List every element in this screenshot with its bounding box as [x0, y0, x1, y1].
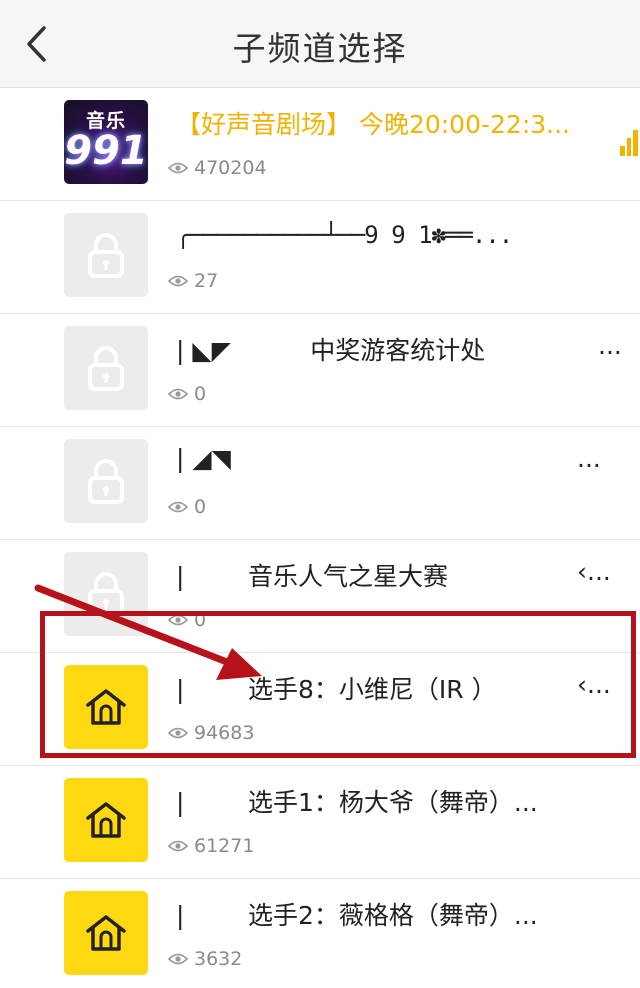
- channel-row-0[interactable]: 音乐 991 【好声音剧场】 今晚20:00-22:3... 470204: [0, 88, 640, 201]
- more-ellipsis: ...: [577, 444, 601, 473]
- view-count: 0: [168, 609, 206, 631]
- view-count: 94683: [168, 722, 254, 744]
- channel-title: ╭──────────┴──9 9 1✽══...: [176, 221, 513, 249]
- channel-title: | 选手8：小维尼（IR ）: [176, 675, 497, 704]
- view-count-value: 61271: [194, 835, 255, 857]
- eye-icon: [168, 275, 188, 287]
- eye-icon: [168, 388, 188, 400]
- lock-icon: [64, 552, 148, 636]
- eye-icon: [168, 727, 188, 739]
- channel-title: | 选手2：薇格格（舞帝）...: [176, 901, 538, 930]
- channel-row-7[interactable]: | 选手2：薇格格（舞帝）... 3632: [0, 879, 640, 988]
- channel-title: | ◢◥: [176, 444, 231, 473]
- eye-icon: [168, 614, 188, 626]
- house-icon: [64, 665, 148, 749]
- view-count-value: 94683: [194, 722, 255, 744]
- channel-row-3[interactable]: | ◢◥ ... 0: [0, 427, 640, 540]
- channel-row-4[interactable]: | 音乐人气之星大赛 ‹... 0: [0, 540, 640, 653]
- eye-icon: [168, 501, 188, 513]
- now-playing-icon: [620, 128, 640, 156]
- app-header: 子频道选择: [0, 0, 640, 88]
- channel-title: 【好声音剧场】 今晚20:00-22:3...: [176, 110, 570, 139]
- lock-icon: [64, 439, 148, 523]
- channel-list: 音乐 991 【好声音剧场】 今晚20:00-22:3... 470204 ╭─…: [0, 88, 640, 988]
- view-count-value: 470204: [194, 157, 267, 179]
- channel-row-2[interactable]: | ◣◤ 中奖游客统计处 ... 0: [0, 314, 640, 427]
- more-ellipsis: ‹...: [577, 557, 611, 586]
- page-title: 子频道选择: [232, 29, 408, 68]
- more-ellipsis: ‹...: [577, 670, 611, 699]
- view-count-value: 0: [194, 383, 207, 405]
- channel-row-1[interactable]: ╭──────────┴──9 9 1✽══... 27: [0, 201, 640, 314]
- more-ellipsis: ...: [598, 331, 622, 360]
- channel-title: | ◣◤ 中奖游客统计处: [176, 336, 486, 365]
- view-count: 470204: [168, 157, 267, 179]
- eye-icon: [168, 162, 188, 174]
- eye-icon: [168, 953, 188, 965]
- view-count-value: 27: [194, 270, 219, 292]
- lock-icon: [64, 213, 148, 297]
- house-icon: [64, 891, 148, 975]
- channel-row-6[interactable]: | 选手1：杨大爷（舞帝）... 61271: [0, 766, 640, 879]
- view-count-value: 3632: [194, 948, 243, 970]
- view-count-value: 0: [194, 496, 207, 518]
- view-count: 0: [168, 383, 206, 405]
- lock-icon: [64, 326, 148, 410]
- house-icon: [64, 778, 148, 862]
- channel-logo-number: 991: [64, 128, 148, 174]
- view-count: 0: [168, 496, 206, 518]
- view-count: 61271: [168, 835, 254, 857]
- channel-row-5[interactable]: | 选手8：小维尼（IR ） ‹... 94683: [0, 653, 640, 766]
- view-count: 3632: [168, 948, 242, 970]
- view-count: 27: [168, 270, 218, 292]
- channel-title: | 选手1：杨大爷（舞帝）...: [176, 788, 538, 817]
- eye-icon: [168, 840, 188, 852]
- channel-title: | 音乐人气之星大赛: [176, 562, 448, 591]
- view-count-value: 0: [194, 609, 207, 631]
- channel-logo: 音乐 991: [64, 100, 148, 184]
